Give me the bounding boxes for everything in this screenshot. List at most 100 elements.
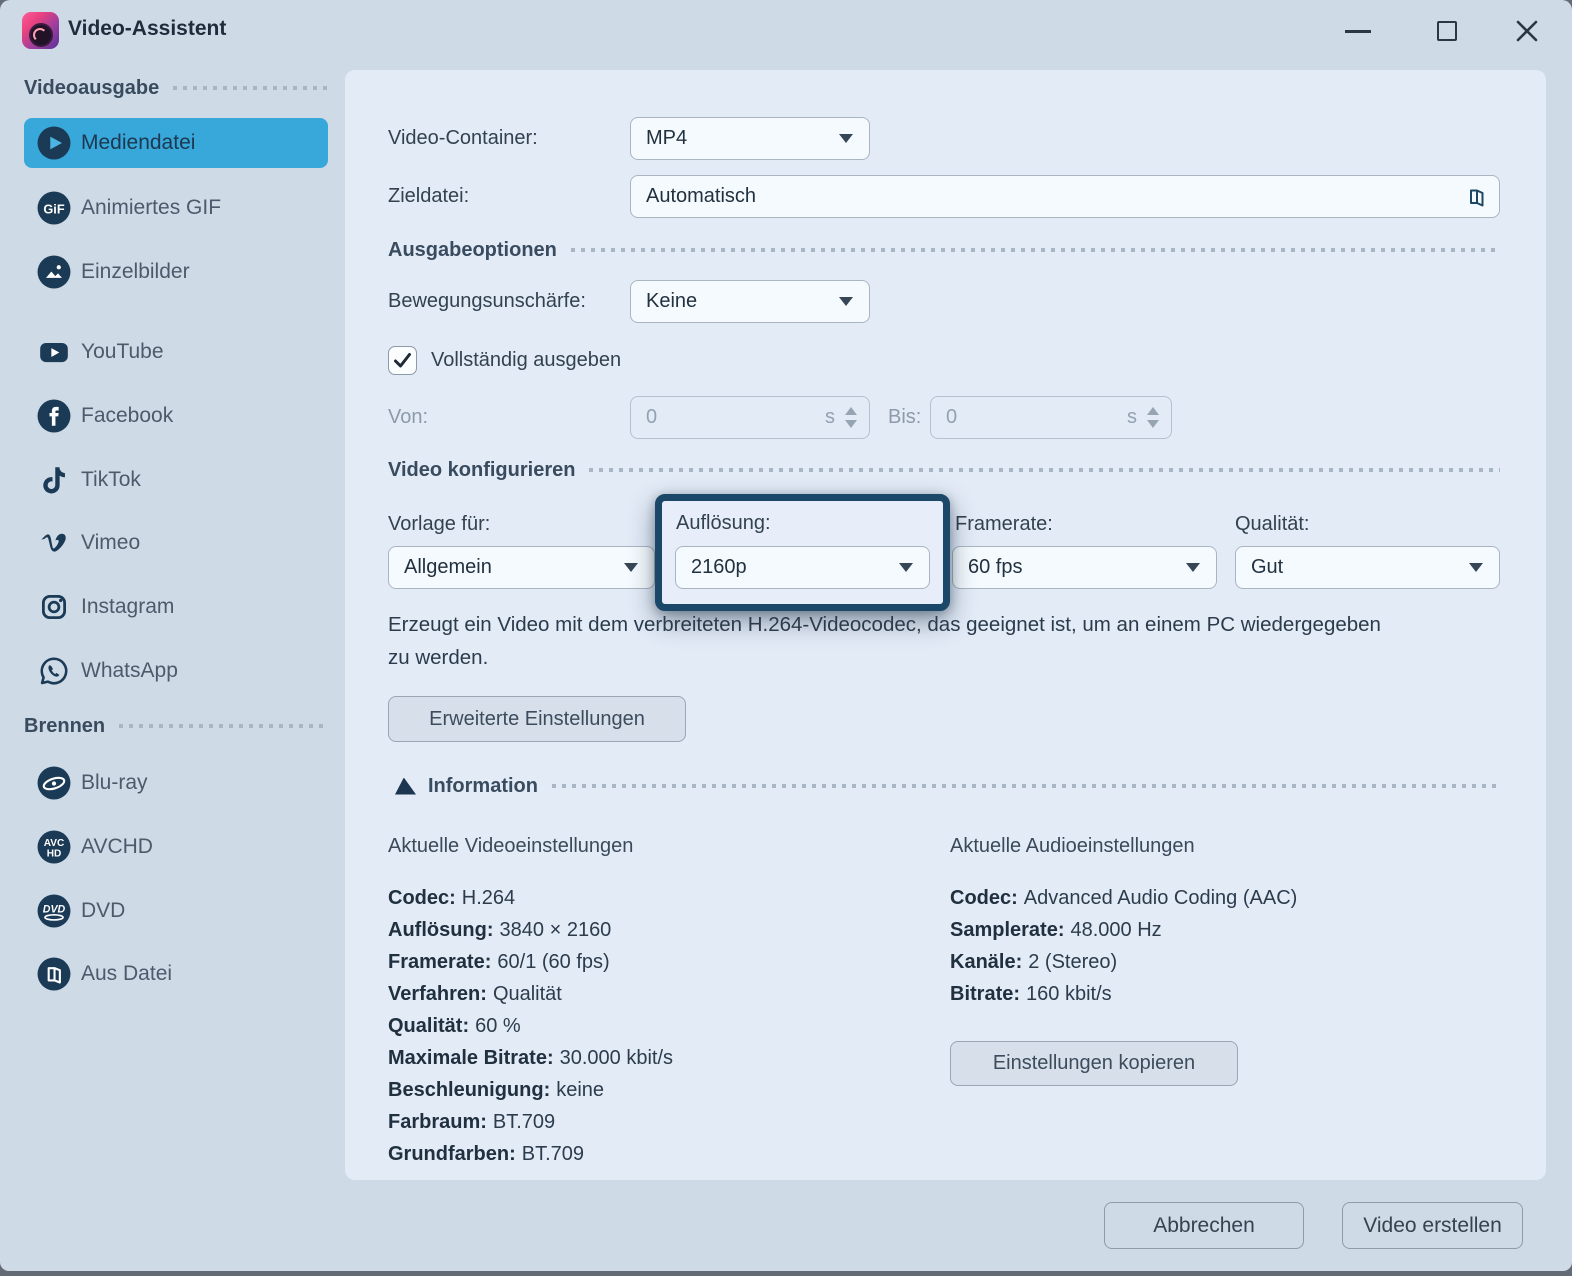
zieldatei-label: Zieldatei: <box>388 175 469 218</box>
spinner-arrows-icon[interactable] <box>1147 407 1159 428</box>
info-row: Maximale Bitrate:30.000 kbit/s <box>388 1042 673 1074</box>
whatsapp-icon <box>37 654 71 688</box>
sidebar-item-label: Animiertes GIF <box>81 196 221 220</box>
von-spinbox[interactable]: 0 s <box>630 396 870 439</box>
chevron-down-icon <box>839 134 853 143</box>
youtube-icon <box>37 335 71 369</box>
spinner-arrows-icon[interactable] <box>845 407 857 428</box>
close-icon[interactable] <box>1514 18 1540 44</box>
framerate-value: 60 fps <box>968 556 1186 579</box>
von-label: Von: <box>388 396 428 439</box>
facebook-icon <box>37 399 71 433</box>
checkmark-icon <box>393 352 412 369</box>
sidebar-item-einzelbilder[interactable]: Einzelbilder <box>24 247 328 297</box>
gif-icon: GiF <box>37 191 71 225</box>
bewegungsunschaerfe-select[interactable]: Keine <box>630 280 870 323</box>
advanced-settings-button[interactable]: Erweiterte Einstellungen <box>388 696 686 742</box>
qualitaet-value: Gut <box>1251 556 1469 579</box>
info-row: Kanäle:2 (Stereo) <box>950 946 1297 978</box>
sidebar-item-label: Instagram <box>81 595 174 619</box>
framerate-select[interactable]: 60 fps <box>952 546 1217 589</box>
sidebar-item-label: TikTok <box>81 468 141 492</box>
dvd-icon: DVD <box>37 894 71 928</box>
info-row: Farbraum:BT.709 <box>388 1106 673 1138</box>
cancel-button[interactable]: Abbrechen <box>1104 1202 1304 1249</box>
sidebar-item-dvd[interactable]: DVD DVD <box>24 886 328 936</box>
sidebar-item-label: Facebook <box>81 404 173 428</box>
info-row: Auflösung:3840 × 2160 <box>388 914 673 946</box>
section-label: Ausgabeoptionen <box>388 239 557 262</box>
sidebar-item-animiertes-gif[interactable]: GiF Animiertes GIF <box>24 183 328 233</box>
maximize-icon[interactable] <box>1437 21 1457 41</box>
bis-value: 0 <box>946 406 1127 429</box>
window-title: Video-Assistent <box>68 17 226 41</box>
sidebar-item-bluray[interactable]: Blu-ray <box>24 758 328 808</box>
section-video-konfigurieren: Video konfigurieren <box>388 456 1500 484</box>
section-label: Videoausgabe <box>24 77 159 100</box>
dotted-divider <box>571 248 1500 252</box>
sidebar-item-whatsapp[interactable]: WhatsApp <box>24 646 328 696</box>
instagram-icon <box>37 590 71 624</box>
sidebar-item-label: Vimeo <box>81 531 140 555</box>
sidebar-item-aus-datei[interactable]: Aus Datei <box>24 949 328 999</box>
dotted-divider <box>173 86 328 90</box>
chevron-down-icon <box>899 563 913 572</box>
qualitaet-select[interactable]: Gut <box>1235 546 1500 589</box>
section-label: Information <box>428 775 538 798</box>
zieldatei-input[interactable]: Automatisch <box>630 175 1500 218</box>
dotted-divider <box>552 784 1500 788</box>
aufloesung-select[interactable]: 2160p <box>675 546 930 589</box>
bewegungsunschaerfe-label: Bewegungsunschärfe: <box>388 280 586 323</box>
svg-text:DVD: DVD <box>43 904 66 916</box>
create-video-button[interactable]: Video erstellen <box>1342 1202 1523 1249</box>
sidebar-item-tiktok[interactable]: TikTok <box>24 455 328 505</box>
sidebar-item-label: Mediendatei <box>81 131 195 155</box>
dotted-divider <box>119 724 328 728</box>
info-row: Grundfarben:BT.709 <box>388 1138 673 1170</box>
tiktok-icon <box>37 463 71 497</box>
copy-settings-button[interactable]: Einstellungen kopieren <box>950 1041 1238 1086</box>
chevron-down-icon <box>839 297 853 306</box>
vorlage-select[interactable]: Allgemein <box>388 546 655 589</box>
von-suffix: s <box>825 406 835 429</box>
aufloesung-value: 2160p <box>691 556 899 579</box>
sidebar-item-label: Aus Datei <box>81 962 172 986</box>
vollstaendig-checkbox[interactable] <box>388 346 417 375</box>
collapse-triangle-icon[interactable] <box>395 778 416 795</box>
sidebar-item-instagram[interactable]: Instagram <box>24 582 328 632</box>
sidebar-item-youtube[interactable]: YouTube <box>24 327 328 377</box>
sidebar-item-facebook[interactable]: Facebook <box>24 391 328 441</box>
svg-text:AVC: AVC <box>44 838 65 849</box>
info-row: Samplerate:48.000 Hz <box>950 914 1297 946</box>
bis-spinbox[interactable]: 0 s <box>930 396 1172 439</box>
sidebar-item-avchd[interactable]: AVC HD AVCHD <box>24 822 328 872</box>
video-settings-title: Aktuelle Videoeinstellungen <box>388 835 633 858</box>
von-value: 0 <box>646 406 825 429</box>
app-window: Video-Assistent Videoausgabe Mediendatei… <box>0 0 1572 1271</box>
button-label: Abbrechen <box>1153 1214 1255 1238</box>
sidebar-item-label: YouTube <box>81 340 164 364</box>
minimize-icon[interactable] <box>1345 30 1371 33</box>
video-container-label: Video-Container: <box>388 117 538 160</box>
media-file-play-icon <box>37 126 71 160</box>
video-container-select[interactable]: MP4 <box>630 117 870 160</box>
svg-text:GiF: GiF <box>43 201 64 216</box>
sidebar-item-label: AVCHD <box>81 835 153 859</box>
qualitaet-label: Qualität: <box>1235 503 1309 546</box>
info-row: Framerate:60/1 (60 fps) <box>388 946 673 978</box>
sidebar-section-videoausgabe: Videoausgabe <box>24 74 328 102</box>
aufloesung-label: Auflösung: <box>676 505 771 541</box>
info-row: Codec:H.264 <box>388 882 673 914</box>
single-images-icon <box>37 255 71 289</box>
info-row: Beschleunigung:keine <box>388 1074 673 1106</box>
folder-icon[interactable] <box>1461 183 1489 211</box>
sidebar-item-vimeo[interactable]: Vimeo <box>24 518 328 568</box>
audio-settings-title: Aktuelle Audioeinstellungen <box>950 835 1195 858</box>
info-row: Verfahren:Qualität <box>388 978 673 1010</box>
avchd-icon: AVC HD <box>37 830 71 864</box>
sidebar-item-mediendatei[interactable]: Mediendatei <box>24 118 328 168</box>
section-information[interactable]: Information <box>388 772 1500 800</box>
zieldatei-value: Automatisch <box>646 185 1461 208</box>
sidebar-section-brennen: Brennen <box>24 712 328 740</box>
bis-suffix: s <box>1127 406 1137 429</box>
